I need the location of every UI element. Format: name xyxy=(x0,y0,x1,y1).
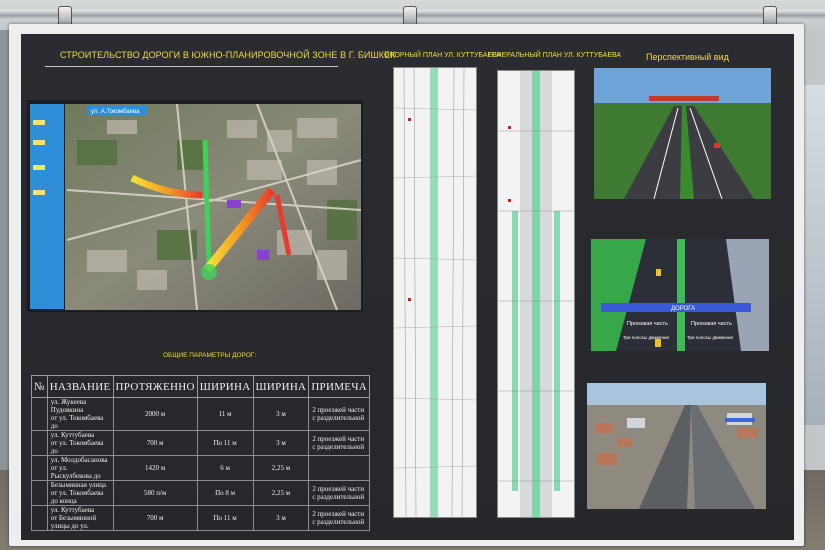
header-number: № xyxy=(31,375,48,398)
aerial-road-image xyxy=(587,383,766,509)
roadway-label-right: Проезжая часть xyxy=(691,321,732,327)
perspective-render-top xyxy=(594,68,771,199)
row-name: ул. Куттубаева от ул. Токомбаева до xyxy=(46,430,114,456)
row-width-2: 3 м xyxy=(252,397,310,431)
row-number xyxy=(31,480,48,506)
row-name: ул. Куттубаева от Безымянной улицы до ул… xyxy=(46,505,114,531)
row-name: ул. Молдобасанова от ул. Рыскулбекова до xyxy=(46,455,114,481)
row-note: 2 проезжей части с разделительной xyxy=(308,430,371,456)
board-title: СТРОИТЕЛЬСТВО ДОРОГИ В ЮЖНО-ПЛАНИРОВОЧНО… xyxy=(60,50,396,60)
perspective-render-bottom xyxy=(587,383,766,509)
support-plan-title: ОПОРНЫЙ ПЛАН УЛ. КУТТУБАЕВА xyxy=(384,52,502,59)
row-length: 580 п/м xyxy=(112,480,198,506)
title-underline xyxy=(45,66,338,67)
header-name: НАЗВАНИЕ xyxy=(46,375,114,398)
support-plan-drawing xyxy=(393,67,477,518)
roadway-label-left: Проезжая часть xyxy=(627,321,668,327)
row-note: 2 проезжей части с разделительной xyxy=(308,480,371,506)
row-width-1: По 11 м xyxy=(196,505,254,531)
road-label: ДОРОГА xyxy=(671,306,695,312)
row-width-1: 6 м xyxy=(196,455,254,481)
row-width-1: По 11 м xyxy=(196,430,254,456)
table-header-row: № НАЗВАНИЕ ПРОТЯЖЕННО ШИРИНА ШИРИНА ПРИМ… xyxy=(31,375,371,398)
general-plan-title: ГЕНЕРАЛЬНЫЙ ПЛАН УЛ. КУТТУБАЕВА xyxy=(488,52,622,59)
row-width-1: 11 м xyxy=(196,397,254,431)
highway-overpass-image xyxy=(594,68,771,199)
header-width-1: ШИРИНА xyxy=(196,375,254,398)
map-street-label: ул. А.Токомбаева xyxy=(91,109,140,115)
road-crosssection-image: ДОРОГА Проезжая часть Проезжая часть Три… xyxy=(591,239,769,351)
row-number xyxy=(31,505,48,531)
table-row: ул. Куттубаева от Безымянной улицы до ул… xyxy=(31,505,371,531)
perspective-render-middle: ДОРОГА Проезжая часть Проезжая часть Три… xyxy=(591,239,769,351)
row-width-2: 2,25 м xyxy=(252,480,310,506)
support-plan-image xyxy=(394,68,476,517)
row-length: 700 м xyxy=(112,430,198,456)
general-plan-drawing xyxy=(497,70,575,518)
header-note: ПРИМЕЧА xyxy=(308,375,371,398)
satellite-map: ул. А.Токомбаева xyxy=(27,100,363,312)
row-width-2: 3 м xyxy=(252,430,310,456)
row-number xyxy=(31,430,48,456)
row-name: Безымянная улица от ул. Токомбаева до ко… xyxy=(46,480,114,506)
row-length: 1420 м xyxy=(112,455,198,481)
row-note xyxy=(308,455,371,481)
satellite-map-image: ул. А.Токомбаева xyxy=(30,103,362,311)
lanes-label-left: Три полосы движения xyxy=(623,335,670,340)
row-length: 2000 м xyxy=(112,397,198,431)
header-length: ПРОТЯЖЕННО xyxy=(112,375,198,398)
row-number xyxy=(31,397,48,431)
road-parameters-table: № НАЗВАНИЕ ПРОТЯЖЕННО ШИРИНА ШИРИНА ПРИМ… xyxy=(31,375,371,531)
background-building xyxy=(804,85,825,425)
table-row: ул. Куттубаева от ул. Токомбаева до 700 … xyxy=(31,430,371,456)
table-row: ул. Молдобасанова от ул. Рыскулбекова до… xyxy=(31,455,371,481)
row-name: ул. Жукеева Пудовкина от ул. Токомбаева … xyxy=(46,397,114,431)
header-width-2: ШИРИНА xyxy=(252,375,310,398)
general-plan-image xyxy=(498,71,574,517)
lanes-label-right: Три полосы движения xyxy=(687,335,734,340)
row-width-2: 3 м xyxy=(252,505,310,531)
row-width-1: По 8 м xyxy=(196,480,254,506)
row-note: 2 проезжей части с разделительной xyxy=(308,505,371,531)
params-title: ОБЩИЕ ПАРАМЕТРЫ ДОРОГ: xyxy=(163,352,257,359)
perspective-title: Перспективный вид xyxy=(646,52,729,62)
table-row: Безымянная улица от ул. Токомбаева до ко… xyxy=(31,480,371,506)
row-number xyxy=(31,455,48,481)
row-length: 700 м xyxy=(112,505,198,531)
row-width-2: 2,25 м xyxy=(252,455,310,481)
row-note: 2 проезжей части с разделительной xyxy=(308,397,371,431)
table-row: ул. Жукеева Пудовкина от ул. Токомбаева … xyxy=(31,397,371,431)
